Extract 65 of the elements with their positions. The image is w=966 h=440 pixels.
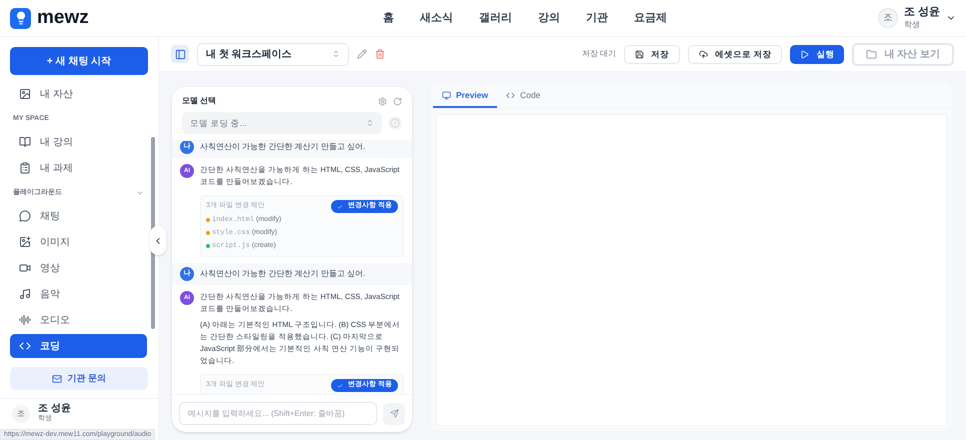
- panel-toggle-button[interactable]: [171, 45, 189, 63]
- message-text: 사칙연산이 가능한 간단한 계산기 만들고 싶어.: [200, 268, 366, 280]
- send-button[interactable]: [383, 402, 405, 424]
- code-icon: [19, 340, 31, 352]
- waveform-icon: [19, 314, 31, 326]
- check-icon: [337, 204, 344, 210]
- panel-title: 모델 선택: [182, 95, 216, 107]
- toolbar-button[interactable]: 실행: [790, 44, 844, 64]
- folder-icon: [866, 48, 878, 60]
- trash-icon[interactable]: [375, 49, 385, 59]
- logo-icon: [10, 8, 31, 28]
- save-icon: [635, 50, 644, 58]
- contact-button[interactable]: 기관 문의: [10, 367, 148, 390]
- cloud-upload-icon: [699, 50, 708, 58]
- video-icon: [19, 262, 31, 274]
- edit-icon[interactable]: [357, 49, 367, 59]
- sidebar-item[interactable]: 내 과제: [10, 156, 147, 180]
- image-plus-icon: [19, 236, 31, 248]
- sidebar-item[interactable]: 오디오: [10, 308, 147, 332]
- collapse-sidebar-button[interactable]: [150, 226, 166, 255]
- image-icon: [19, 88, 31, 100]
- play-icon: [800, 50, 810, 58]
- sidebar-item[interactable]: 채팅: [10, 204, 147, 228]
- chevrons-icon: [332, 50, 340, 58]
- sidebar-item[interactable]: 코딩: [10, 334, 147, 358]
- nav-link[interactable]: 요금제: [634, 10, 667, 26]
- sidebar-item[interactable]: 내 강의: [10, 130, 147, 154]
- new-chat-button[interactable]: + 새 채팅 시작: [10, 47, 148, 75]
- monitor-icon: [442, 90, 451, 100]
- send-icon: [390, 409, 398, 418]
- nav-link[interactable]: 기관: [586, 10, 608, 26]
- info-icon[interactable]: [388, 116, 402, 130]
- user-avatar[interactable]: 조: [12, 404, 30, 422]
- save-status: 저장 대기: [582, 48, 616, 60]
- user-role: 학생: [904, 20, 921, 30]
- settings-icon[interactable]: [378, 96, 387, 106]
- nav-link[interactable]: 갤러리: [479, 10, 512, 26]
- sidebar-item[interactable]: 음악: [10, 282, 147, 306]
- user-avatar[interactable]: 조: [878, 8, 898, 28]
- message-text: 사칙연산이 가능한 간단한 계산기 만들고 싶어.: [200, 141, 366, 153]
- toolbar-button[interactable]: 에셋으로 저장: [688, 44, 782, 64]
- nav-link[interactable]: 홈: [383, 10, 394, 26]
- nav-link[interactable]: 강의: [538, 10, 560, 26]
- user-name: 조 성윤: [904, 6, 940, 20]
- model-select[interactable]: 모델 로딩 중...: [182, 112, 382, 134]
- refresh-icon[interactable]: [393, 96, 402, 106]
- sidebar-item[interactable]: 영상: [10, 256, 147, 280]
- code-icon: [506, 90, 516, 100]
- book-icon: [19, 136, 31, 148]
- chat-icon: [19, 210, 31, 222]
- logo-text: mewz: [37, 6, 89, 30]
- workspace-select[interactable]: 내 첫 워크스페이스: [197, 42, 349, 66]
- view-tab[interactable]: Preview: [433, 84, 498, 108]
- mail-icon: [52, 374, 62, 384]
- toolbar-button[interactable]: 저장: [624, 44, 680, 64]
- music-icon: [19, 288, 31, 300]
- clipboard-icon: [19, 162, 31, 174]
- view-tab[interactable]: Code: [497, 84, 550, 108]
- sidebar-item[interactable]: 이미지: [10, 230, 147, 254]
- sidebar-panel-icon: [174, 48, 186, 60]
- sidebar-item[interactable]: 내 자산: [10, 82, 147, 106]
- chevrons-icon: [366, 119, 374, 127]
- user-name: 조 성윤: [38, 402, 71, 414]
- nav-link[interactable]: 새소식: [420, 10, 453, 26]
- check-icon: [337, 382, 344, 388]
